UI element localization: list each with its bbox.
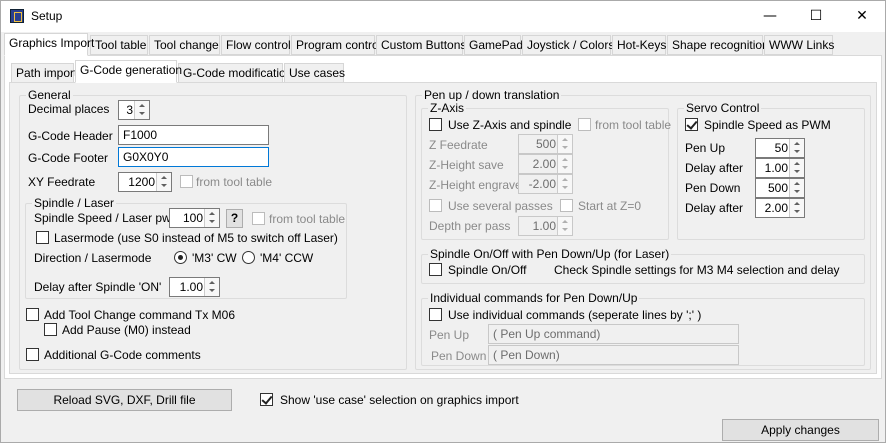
reload-file-button[interactable]: Reload SVG, DXF, Drill file	[17, 389, 232, 411]
spindle-onoff-checkbox[interactable]	[429, 263, 442, 276]
xy-feedrate-label: XY Feedrate	[28, 175, 96, 189]
tab-shape-recognition[interactable]: Shape recognition	[667, 35, 769, 55]
individual-pen-down-input[interactable]: ( Pen Down)	[488, 345, 739, 365]
servo-delay2-spinner[interactable]: 2.00	[755, 198, 805, 218]
spindle-help-button[interactable]: ?	[226, 209, 243, 228]
tab-tool-table[interactable]: Tool table	[90, 35, 148, 55]
lasermode-checkbox[interactable]	[36, 231, 49, 244]
setup-window: Setup — ☐ ✕ Graphics Import Tool table T…	[0, 0, 886, 443]
individual-pen-up-label: Pen Up	[429, 328, 470, 342]
minimize-button[interactable]: —	[747, 1, 793, 32]
gcode-header-input[interactable]: F1000	[118, 125, 269, 145]
individual-pen-up-input[interactable]: ( Pen Up command)	[488, 324, 739, 344]
cw-radio[interactable]	[174, 251, 187, 264]
spindle-as-pwm-label: Spindle Speed as PWM	[704, 118, 831, 132]
ccw-radio[interactable]	[242, 251, 255, 264]
z-height-engrave-label: Z-Height engrave	[429, 178, 522, 192]
tool-change-checkbox[interactable]	[26, 308, 39, 321]
spindle-onoff-legend: Spindle On/Off with Pen Down/Up (for Las…	[428, 247, 672, 261]
gcode-footer-input[interactable]: G0X0Y0	[118, 147, 269, 167]
tab-custom-buttons[interactable]: Custom Buttons	[376, 35, 466, 55]
spindle-from-tool-table-checkbox[interactable]	[252, 212, 265, 225]
spindle-delay-spinner[interactable]: 1.00	[169, 277, 220, 297]
start-at-z0-label: Start at Z=0	[578, 199, 642, 213]
spindle-speed-spinner[interactable]: 100	[169, 208, 220, 228]
individual-pen-down-label: Pen Down	[431, 349, 487, 363]
spindle-speed-label: Spindle Speed / Laser pwr.	[34, 211, 178, 225]
tab-tool-change[interactable]: Tool change	[149, 35, 220, 55]
xy-from-tool-table-checkbox[interactable]	[180, 175, 193, 188]
use-z-axis-checkbox[interactable]	[429, 118, 442, 131]
lasermode-label: Lasermode (use S0 instead of M5 to switc…	[54, 231, 338, 245]
tab-gcode-modification[interactable]: G-Code modification	[178, 63, 292, 83]
tab-joystick-colors[interactable]: Joystick / Colors	[522, 35, 614, 55]
tool-change-label: Add Tool Change command Tx M06	[44, 308, 235, 322]
start-at-z0-checkbox[interactable]	[560, 199, 573, 212]
ccw-radio-label: 'M4' CCW	[260, 251, 314, 265]
spindle-delay-label: Delay after Spindle 'ON'	[34, 280, 162, 294]
servo-delay1-label: Delay after	[685, 161, 744, 175]
z-feedrate-label: Z Feedrate	[429, 138, 488, 152]
servo-delay1-spinner[interactable]: 1.00	[755, 158, 805, 178]
individual-commands-legend: Individual commands for Pen Down/Up	[428, 291, 640, 305]
tab-hot-keys[interactable]: Hot-Keys	[612, 35, 666, 55]
show-use-case-checkbox[interactable]	[260, 393, 273, 406]
tab-gamepad[interactable]: GamePad	[464, 35, 523, 55]
z-from-tool-table-checkbox[interactable]	[578, 118, 591, 131]
gcode-header-label: G-Code Header	[28, 129, 113, 143]
title-bar: Setup — ☐ ✕	[1, 1, 885, 32]
spindle-as-pwm-checkbox[interactable]	[685, 118, 698, 131]
spindle-from-tool-table-label: from tool table	[269, 212, 346, 226]
tab-graphics-import[interactable]: Graphics Import	[4, 33, 94, 56]
servo-delay2-label: Delay after	[685, 201, 744, 215]
apply-changes-button[interactable]: Apply changes	[722, 419, 879, 441]
xy-from-tool-table-label: from tool table	[196, 175, 273, 189]
several-passes-label: Use several passes	[448, 199, 553, 213]
tab-gcode-generation[interactable]: G-Code generation	[75, 60, 182, 83]
spindle-onoff-label: Spindle On/Off	[448, 263, 527, 277]
gcode-footer-label: G-Code Footer	[28, 151, 109, 165]
tab-program-control[interactable]: Program control	[291, 35, 381, 55]
z-height-save-spinner[interactable]: 2.00	[518, 154, 573, 174]
add-pause-label: Add Pause (M0) instead	[62, 323, 191, 337]
pen-translation-legend: Pen up / down translation	[422, 88, 562, 102]
depth-per-pass-label: Depth per pass	[429, 219, 511, 233]
gcode-comments-checkbox[interactable]	[26, 348, 39, 361]
app-icon	[10, 9, 24, 23]
tab-www-links[interactable]: WWW Links	[764, 35, 834, 55]
z-feedrate-spinner[interactable]: 500	[518, 134, 573, 154]
z-from-tool-table-label: from tool table	[595, 118, 672, 132]
general-legend: General	[26, 88, 73, 102]
tab-use-cases[interactable]: Use cases	[284, 63, 345, 83]
use-z-axis-label: Use Z-Axis and spindle	[448, 118, 572, 132]
spindle-laser-legend: Spindle / Laser	[32, 196, 117, 210]
servo-pen-up-spinner[interactable]: 50	[755, 138, 805, 158]
depth-per-pass-spinner[interactable]: 1.00	[518, 216, 573, 236]
show-use-case-label: Show 'use case' selection on graphics im…	[280, 393, 519, 407]
servo-pen-down-label: Pen Down	[685, 181, 741, 195]
spindle-settings-note: Check Spindle settings for M3 M4 selecti…	[554, 263, 840, 277]
tab-flow-control[interactable]: Flow control	[221, 35, 291, 55]
decimal-places-label: Decimal places	[28, 102, 110, 116]
cw-radio-label: 'M3' CW	[192, 251, 237, 265]
servo-pen-up-label: Pen Up	[685, 141, 726, 155]
z-height-save-label: Z-Height save	[429, 158, 504, 172]
tab-path-import[interactable]: Path import	[11, 63, 77, 83]
maximize-button[interactable]: ☐	[793, 1, 839, 32]
gcode-comments-label: Additional G-Code comments	[44, 348, 201, 362]
xy-feedrate-spinner[interactable]: 1200	[118, 172, 172, 192]
z-height-engrave-spinner[interactable]: -2.00	[518, 174, 573, 194]
individual-commands-checkbox[interactable]	[429, 308, 442, 321]
z-axis-legend: Z-Axis	[428, 101, 466, 115]
several-passes-checkbox[interactable]	[429, 199, 442, 212]
individual-commands-label: Use individual commands (seperate lines …	[448, 308, 702, 322]
servo-control-legend: Servo Control	[684, 101, 762, 115]
add-pause-checkbox[interactable]	[44, 323, 57, 336]
window-title: Setup	[31, 9, 63, 23]
decimal-places-spinner[interactable]: 3	[118, 100, 150, 120]
direction-label: Direction / Lasermode	[34, 251, 152, 265]
close-button[interactable]: ✕	[839, 1, 885, 32]
servo-pen-down-spinner[interactable]: 500	[755, 178, 805, 198]
